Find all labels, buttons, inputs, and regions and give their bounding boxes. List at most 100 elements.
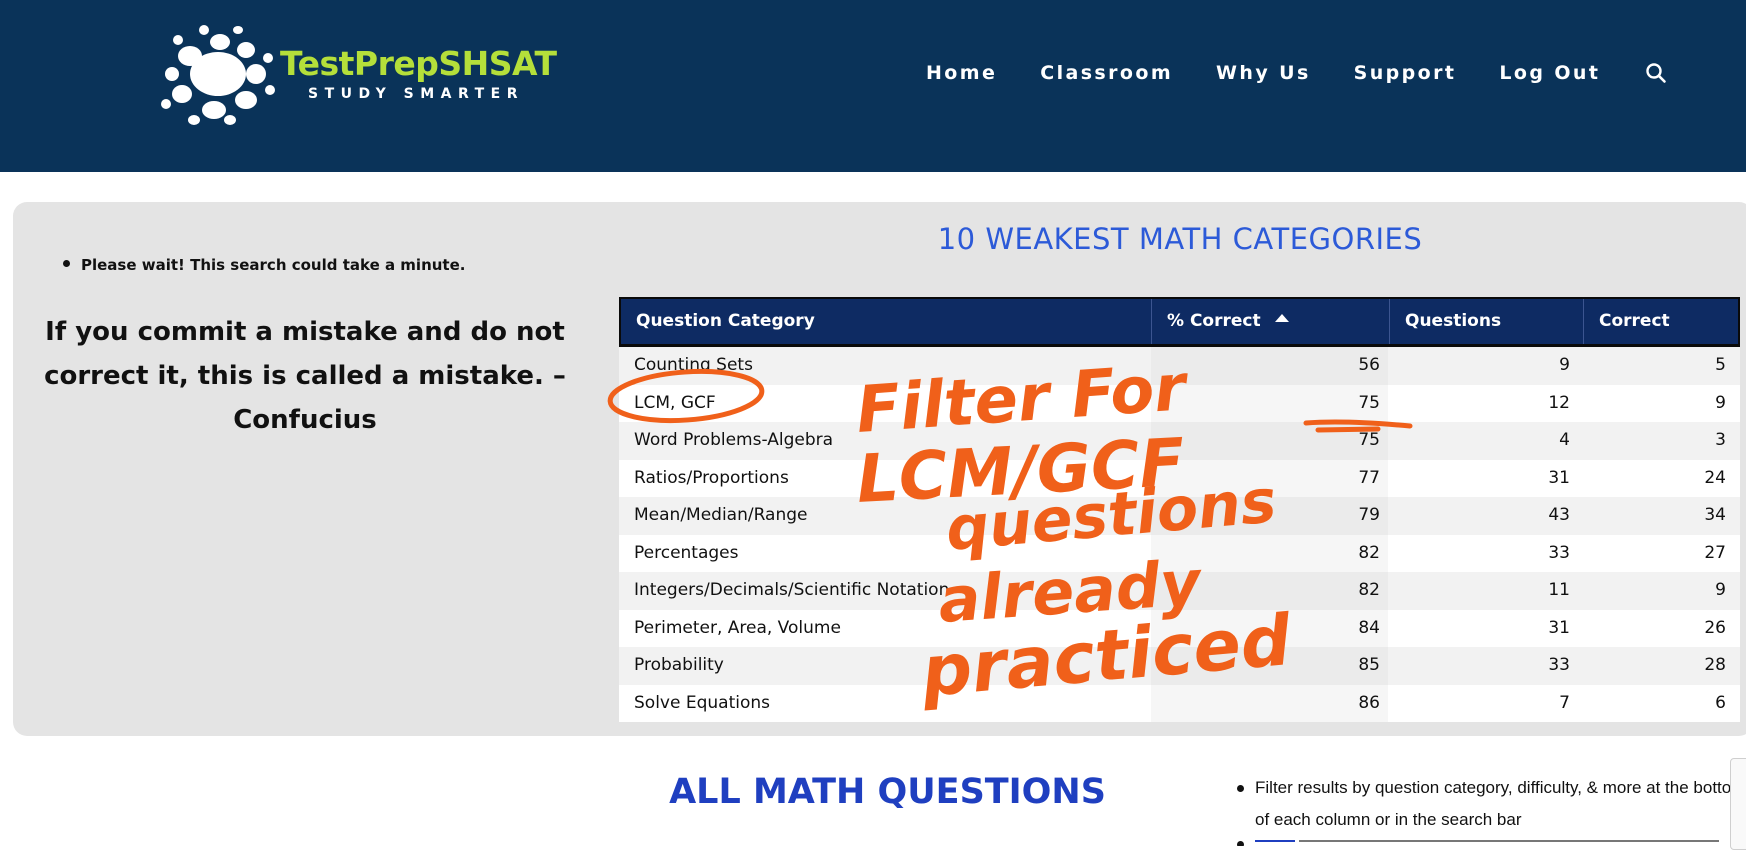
cell-category: Percentages	[634, 542, 739, 563]
sorted-column-shade	[1151, 497, 1388, 535]
cell-questions: 31	[1548, 467, 1570, 488]
cell-percent-correct: 82	[1358, 542, 1380, 563]
cell-percent-correct: 77	[1358, 467, 1380, 488]
search-icon[interactable]	[1645, 62, 1667, 84]
cell-questions: 33	[1548, 655, 1570, 675]
nav-support[interactable]: Support	[1354, 62, 1457, 84]
nav-home[interactable]: Home	[926, 62, 997, 84]
column-divider	[1583, 299, 1584, 344]
cell-correct: 9	[1715, 392, 1726, 413]
cell-percent-correct: 79	[1358, 505, 1380, 525]
nav-why-us[interactable]: Why Us	[1216, 62, 1311, 84]
cell-percent-correct: 85	[1358, 655, 1380, 675]
cell-questions: 9	[1559, 355, 1570, 375]
cell-category: Probability	[634, 655, 724, 675]
nav-classroom[interactable]: Classroom	[1040, 62, 1173, 84]
sorted-column-shade	[1151, 609, 1388, 647]
loading-notice-text: Please wait! This search could take a mi…	[81, 256, 466, 274]
column-header-label: Correct	[1599, 311, 1670, 331]
cell-category: Solve Equations	[634, 692, 770, 713]
filter-instructions-text: Filter results by question category, dif…	[1255, 778, 1746, 829]
logo-bubbles-icon	[161, 25, 275, 125]
table-row: Perimeter, Area, Volume 84 31 26	[619, 609, 1740, 647]
loading-notice: Please wait! This search could take a mi…	[63, 256, 465, 274]
cell-correct: 34	[1704, 505, 1726, 525]
sorted-column-shade	[1151, 459, 1388, 497]
sorted-column-shade	[1151, 647, 1388, 685]
bullet-icon	[1237, 785, 1244, 792]
cell-questions: 11	[1548, 580, 1570, 600]
cell-correct: 27	[1704, 542, 1726, 563]
logo-tagline: STUDY SMARTER	[308, 86, 525, 102]
cell-percent-correct: 75	[1358, 430, 1380, 450]
sorted-column-shade	[1151, 572, 1388, 610]
main-nav: Home Classroom Why Us Support Log Out	[926, 62, 1667, 84]
table-row: Percentages 82 33 27	[619, 534, 1740, 572]
instructions-link[interactable]	[1255, 840, 1295, 842]
table-row: Word Problems-Algebra 75 4 3	[619, 422, 1740, 460]
table-row: Counting Sets 56 9 5	[619, 347, 1740, 385]
column-header-correct[interactable]: Correct	[1599, 299, 1670, 344]
cell-questions: 12	[1548, 392, 1570, 413]
cell-questions: 33	[1548, 542, 1570, 563]
cell-category: Word Problems-Algebra	[634, 430, 834, 450]
table-row: Probability 85 33 28	[619, 647, 1740, 685]
cell-questions: 4	[1559, 430, 1570, 450]
cell-correct: 3	[1715, 430, 1726, 450]
cell-correct: 26	[1704, 617, 1726, 638]
all-math-questions-title: ALL MATH QUESTIONS	[669, 772, 1106, 812]
cell-correct: 28	[1704, 655, 1726, 675]
table-body: Counting Sets 56 9 5 LCM, GCF 75 12 9 Word Probl…	[619, 347, 1740, 722]
weakest-categories-title: 10 WEAKEST MATH CATEGORIES	[937, 222, 1423, 256]
cell-category: Mean/Median/Range	[634, 505, 808, 525]
table-row: Ratios/Proportions 77 31 24	[619, 459, 1740, 497]
cell-percent-correct: 82	[1358, 580, 1380, 600]
cell-correct: 6	[1715, 692, 1726, 713]
site-header: TestPrepSHSAT STUDY SMARTER Home Classro…	[0, 0, 1746, 172]
sorted-column-shade	[1151, 422, 1388, 460]
instructions-clipped-text	[1299, 840, 1719, 842]
logo-wordmark: TestPrepSHSAT	[280, 44, 557, 83]
column-header-questions[interactable]: Questions	[1405, 299, 1501, 344]
cell-percent-correct: 84	[1358, 617, 1380, 638]
column-divider	[1151, 299, 1152, 344]
cell-category: Counting Sets	[634, 355, 753, 375]
table-row: Mean/Median/Range 79 43 34	[619, 497, 1740, 535]
column-header-label: % Correct	[1167, 311, 1261, 331]
column-header-label: Question Category	[636, 311, 815, 331]
motivational-quote: If you commit a mistake and do not corre…	[44, 317, 566, 435]
site-logo[interactable]: TestPrepSHSAT STUDY SMARTER	[158, 22, 557, 128]
cell-percent-correct: 86	[1358, 692, 1380, 713]
cell-category: Perimeter, Area, Volume	[634, 617, 841, 638]
bullet-icon	[1237, 841, 1244, 846]
cell-correct: 24	[1704, 467, 1726, 488]
sorted-column-shade	[1151, 684, 1388, 722]
cell-correct: 5	[1715, 355, 1726, 375]
sort-ascending-icon	[1274, 314, 1289, 322]
cell-questions: 43	[1548, 505, 1570, 525]
column-divider	[1389, 299, 1390, 344]
instructions-line-clipped	[1237, 834, 1746, 846]
column-header-percent-correct[interactable]: % Correct	[1167, 299, 1289, 344]
recaptcha-badge[interactable]	[1730, 758, 1746, 850]
bullet-icon	[63, 260, 70, 267]
table-header: Question Category % Correct Questions Co…	[619, 297, 1740, 347]
cell-questions: 7	[1559, 692, 1570, 713]
cell-percent-correct: 75	[1358, 392, 1380, 413]
cell-correct: 9	[1715, 580, 1726, 600]
table-row: LCM, GCF 75 12 9	[619, 384, 1740, 422]
column-header-category[interactable]: Question Category	[636, 299, 815, 344]
cell-questions: 31	[1548, 617, 1570, 638]
table-row: Solve Equations 86 7 6	[619, 684, 1740, 722]
cell-percent-correct: 56	[1358, 355, 1380, 375]
sorted-column-shade	[1151, 534, 1388, 572]
table-row: Integers/Decimals/Scientific Notation 82 1…	[619, 572, 1740, 610]
column-header-label: Questions	[1405, 311, 1502, 331]
sorted-column-shade	[1151, 347, 1388, 385]
cell-category: Ratios/Proportions	[634, 467, 789, 488]
sorted-column-shade	[1151, 384, 1388, 422]
nav-log-out[interactable]: Log Out	[1499, 62, 1600, 84]
cell-category: Integers/Decimals/Scientific Notation	[634, 580, 950, 600]
filter-instructions: Filter results by question category, dif…	[1237, 772, 1746, 836]
cell-category: LCM, GCF	[634, 392, 716, 413]
